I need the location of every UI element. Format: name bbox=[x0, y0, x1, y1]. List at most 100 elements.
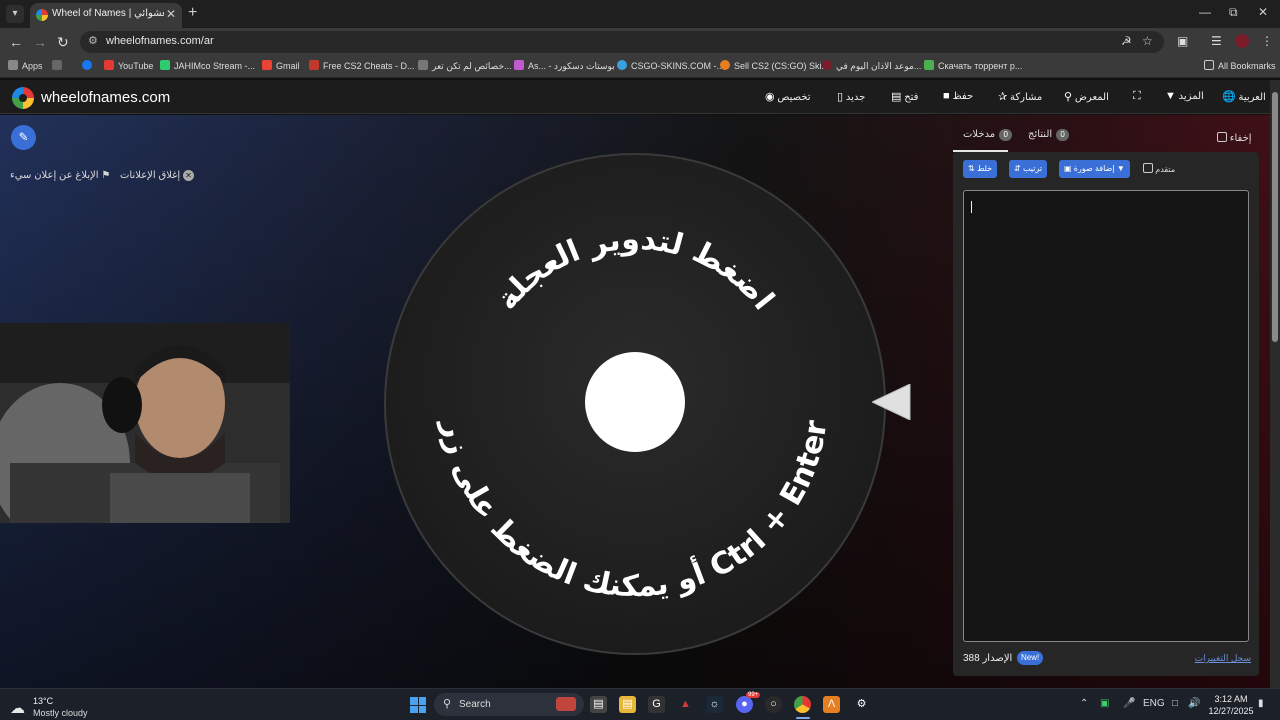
profile-avatar[interactable] bbox=[1235, 34, 1249, 48]
wheel-favicon-icon bbox=[36, 9, 48, 21]
restore-button[interactable]: ⧉ bbox=[1229, 5, 1238, 20]
close-ads-link[interactable]: إغلاق الإعلانات ✕ bbox=[120, 170, 194, 181]
media-controls-icon[interactable]: ☰ bbox=[1211, 34, 1222, 48]
weather-condition: Mostly cloudy bbox=[33, 708, 88, 718]
entries-panel: إخفاء النتائج 0 مدخلات 0 ⇅ خلط ⇵ ترتيب ▣ إ… bbox=[953, 120, 1259, 676]
bookmark-gmail[interactable]: Gmail bbox=[262, 60, 300, 71]
translate-icon[interactable]: ☭ bbox=[1121, 34, 1132, 48]
bookmark-jahimco[interactable]: JAHIMco Stream -... bbox=[160, 60, 255, 71]
add-image-button[interactable]: ▣ إضافة صورة ▼ bbox=[1059, 160, 1130, 178]
prayer-site-icon bbox=[822, 60, 832, 70]
tray-app-icon[interactable]: ▣ bbox=[1100, 698, 1109, 709]
volume-icon[interactable]: 🔊 bbox=[1188, 698, 1200, 709]
taskbar-search[interactable]: ⚲ Search bbox=[434, 693, 584, 716]
folder-open-icon: ▤ bbox=[891, 91, 902, 103]
sort-icon: ⇵ bbox=[1014, 164, 1021, 173]
image-icon: ▣ bbox=[1064, 164, 1072, 173]
advanced-checkbox[interactable] bbox=[1143, 163, 1153, 173]
omnibox[interactable]: ⚙ wheelofnames.com/ar bbox=[80, 31, 1164, 53]
app-g-icon[interactable]: G bbox=[648, 696, 665, 713]
new-button[interactable]: ▯ جديد bbox=[832, 90, 865, 103]
close-tab-icon[interactable]: ✕ bbox=[166, 7, 176, 21]
advanced-toggle[interactable]: متقدم bbox=[1143, 163, 1175, 174]
bookmark-cs2-cheats[interactable]: Free CS2 Cheats - D... bbox=[309, 60, 415, 71]
page-scrollbar[interactable] bbox=[1270, 80, 1280, 688]
wheel-center-hub[interactable] bbox=[585, 352, 685, 452]
network-icon[interactable]: □ bbox=[1172, 698, 1178, 709]
discord-notification-badge: 99+ bbox=[746, 692, 761, 698]
site-info-icon[interactable]: ⚙ bbox=[88, 34, 98, 47]
facebook-icon bbox=[82, 60, 92, 70]
tray-overflow-icon[interactable]: ⌃ bbox=[1080, 698, 1088, 709]
bookmark-csgo-skins[interactable]: CSGO-SKINS.COM -... bbox=[617, 60, 724, 71]
notifications-icon[interactable]: ▮ bbox=[1258, 698, 1264, 709]
bookmark-prayer-times[interactable]: موعد الاذان اليوم في... bbox=[822, 60, 921, 72]
fullscreen-button[interactable]: ⛶ bbox=[1128, 90, 1141, 103]
site-brand[interactable]: wheelofnames.com bbox=[41, 89, 170, 106]
palette-icon: ◉ bbox=[765, 91, 775, 103]
wheel-logo-icon[interactable] bbox=[12, 87, 34, 109]
sort-button[interactable]: ⇵ ترتيب bbox=[1009, 160, 1048, 178]
taskbar-clock[interactable]: 3:12 AM 12/27/2025 bbox=[1208, 693, 1254, 717]
bookmark-sell-cs2[interactable]: Sell CS2 (CS:GO) Ski... bbox=[720, 60, 829, 71]
tab-title: Wheel of Names | عجلة الاسم العشوائي bbox=[52, 8, 164, 19]
customize-button[interactable]: ◉ تخصيص bbox=[760, 90, 811, 103]
settings-gear-icon[interactable]: ⚙ bbox=[853, 696, 870, 713]
more-menu[interactable]: ▼ المزيد bbox=[1160, 90, 1204, 102]
chrome-icon[interactable] bbox=[794, 696, 811, 713]
start-button[interactable] bbox=[410, 697, 426, 713]
share-button[interactable]: ✰ مشاركة bbox=[993, 90, 1042, 103]
scrollbar-thumb[interactable] bbox=[1272, 92, 1278, 342]
changelog-link[interactable]: سجل التغييرات bbox=[1195, 653, 1251, 664]
cheats-site-icon bbox=[309, 60, 319, 70]
entries-textarea[interactable] bbox=[963, 190, 1249, 642]
save-button[interactable]: ■ حفظ bbox=[938, 90, 973, 102]
open-button[interactable]: ▤ فتح bbox=[886, 90, 918, 103]
report-ad-link[interactable]: الإبلاغ عن إعلان سيء ⚑ bbox=[10, 170, 110, 181]
hide-panel-toggle[interactable]: إخفاء bbox=[1217, 132, 1252, 144]
hide-checkbox[interactable] bbox=[1217, 132, 1227, 142]
app-a-icon[interactable]: Λ bbox=[823, 696, 840, 713]
all-bookmarks[interactable]: All Bookmarks bbox=[1204, 60, 1276, 71]
bookmark-star-icon[interactable]: ☆ bbox=[1142, 34, 1153, 48]
bookmark-discord-posts[interactable]: As... - بوستات دسكورد bbox=[514, 60, 615, 72]
edit-pencil-button[interactable]: ✎ bbox=[11, 125, 36, 150]
steam-icon[interactable]: ☼ bbox=[706, 696, 723, 713]
torrent-icon bbox=[924, 60, 934, 70]
new-tab-button[interactable]: + bbox=[188, 4, 197, 22]
microphone-icon[interactable]: 🎤 bbox=[1123, 698, 1135, 709]
gallery-button[interactable]: ⚲ المعرض bbox=[1059, 90, 1109, 103]
file-explorer-icon[interactable]: ▤ bbox=[619, 696, 636, 713]
cloud-icon: ☁ bbox=[10, 700, 25, 717]
reload-button[interactable]: ↻ bbox=[57, 34, 69, 51]
windows-taskbar: ☁ 13°C Mostly cloudy ⚲ Search ▤ ▤ G ▲ ☼ … bbox=[0, 688, 1280, 720]
minimize-button[interactable]: — bbox=[1199, 5, 1211, 19]
bookmark-torrent[interactable]: Скачать торрент р... bbox=[924, 60, 1022, 71]
valorant-icon[interactable]: ▲ bbox=[677, 696, 694, 713]
forward-button[interactable]: → bbox=[33, 34, 47, 50]
wheel-svg[interactable]: اضغط لتدوير العجلة أو يمكنك الضغط على زر… bbox=[383, 152, 887, 656]
close-window-button[interactable]: ✕ bbox=[1258, 5, 1268, 19]
wheel[interactable]: اضغط لتدوير العجلة أو يمكنك الضغط على زر… bbox=[383, 152, 887, 656]
address-bar-row: ← → ↻ ⚙ wheelofnames.com/ar ☭ ☆ ▣ ☰ ⋮ bbox=[0, 28, 1280, 56]
input-language[interactable]: ENG bbox=[1143, 698, 1165, 709]
task-view-icon[interactable]: ▤ bbox=[590, 696, 607, 713]
browser-tab[interactable]: Wheel of Names | عجلة الاسم العشوائي ✕ bbox=[30, 3, 182, 28]
language-menu[interactable]: 🌐 العربية bbox=[1217, 90, 1266, 103]
tab-entries[interactable]: مدخلات 0 bbox=[963, 129, 1013, 141]
tab-search-button[interactable]: ▾ bbox=[6, 5, 24, 23]
bookmark-youtube-link[interactable]: YouTube bbox=[104, 60, 153, 71]
bookmark-features[interactable]: خصائص لم تكن تعر... bbox=[418, 60, 512, 72]
discord-icon[interactable]: ● bbox=[736, 696, 753, 713]
bookmark-youtube[interactable] bbox=[82, 60, 96, 71]
folder-icon bbox=[1204, 60, 1214, 70]
tab-groups-icon[interactable] bbox=[52, 60, 66, 71]
bookmark-apps[interactable]: Apps bbox=[8, 60, 43, 71]
flag-icon: ⚑ bbox=[101, 170, 111, 181]
menu-kebab-icon[interactable]: ⋮ bbox=[1261, 34, 1273, 48]
shuffle-button[interactable]: ⇅ خلط bbox=[963, 160, 998, 178]
browser-alt-icon[interactable]: ○ bbox=[765, 696, 782, 713]
tab-results[interactable]: النتائج 0 bbox=[1028, 129, 1070, 141]
back-button[interactable]: ← bbox=[9, 34, 23, 50]
extensions-icon[interactable]: ▣ bbox=[1177, 34, 1188, 48]
